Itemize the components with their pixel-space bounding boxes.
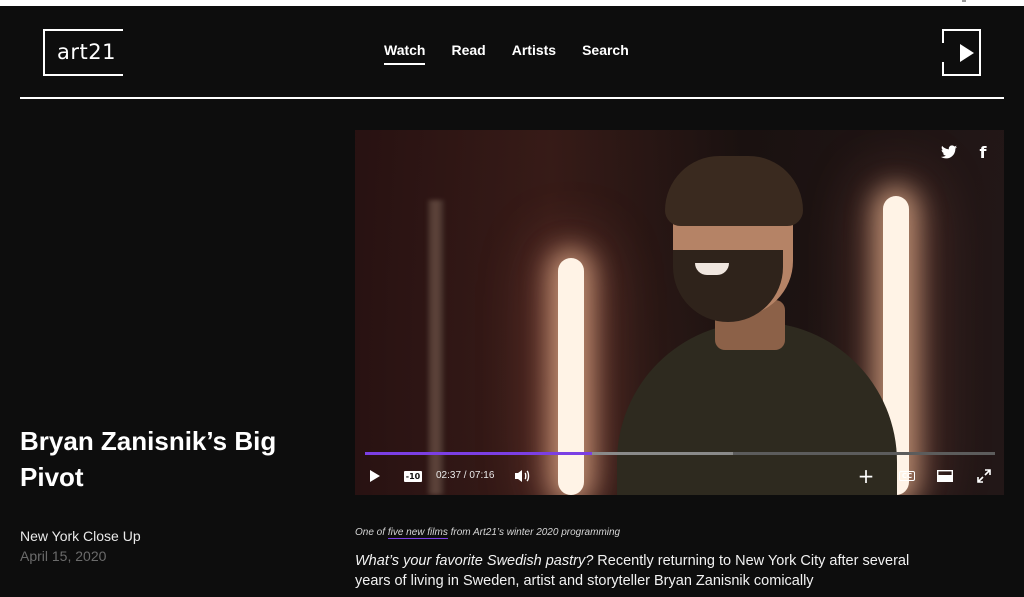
play-logo-bracket-bottom xyxy=(942,62,944,76)
caption-suffix: from Art21’s winter 2020 programming xyxy=(447,527,621,538)
publish-date: April 15, 2020 xyxy=(20,548,107,564)
header-divider xyxy=(20,97,1004,99)
nav-artists[interactable]: Artists xyxy=(512,42,556,65)
browser-top-strip xyxy=(0,0,1024,6)
video-caption: One of five new films from Art21’s winte… xyxy=(355,527,621,539)
video-time: 02:37 / 07:16 xyxy=(436,470,495,481)
facebook-icon[interactable]: f xyxy=(973,142,993,162)
play-triangle-icon xyxy=(960,44,974,62)
rewind-10-button[interactable]: -10 xyxy=(403,466,423,486)
main-nav: Watch Read Artists Search xyxy=(384,42,629,65)
play-button[interactable] xyxy=(367,466,383,486)
series-link[interactable]: New York Close Up xyxy=(20,528,141,544)
nav-read[interactable]: Read xyxy=(451,42,485,65)
video-player[interactable]: f -10 02:37 / 07:16 + CC xyxy=(355,130,1004,495)
play-icon xyxy=(370,470,380,482)
volume-button[interactable] xyxy=(513,466,533,486)
play-logo-bracket-top xyxy=(942,29,944,43)
plus-icon: + xyxy=(857,464,875,488)
nav-search[interactable]: Search xyxy=(582,42,629,65)
lead-question: What’s your favorite Swedish pastry? xyxy=(355,553,594,569)
page-title: Bryan Zanisnik’s Big Pivot xyxy=(20,426,277,492)
video-controls: -10 02:37 / 07:16 + CC xyxy=(355,462,1004,492)
pip-icon xyxy=(937,470,953,482)
caption-prefix: One of xyxy=(355,527,388,538)
video-scene-light-left xyxy=(558,258,584,495)
cc-icon: CC xyxy=(898,471,916,481)
logo-text: art21 xyxy=(57,40,116,64)
add-to-list-button[interactable]: + xyxy=(857,464,875,488)
caption-link[interactable]: five new films xyxy=(387,527,448,539)
fullscreen-button[interactable] xyxy=(975,466,993,486)
captions-button[interactable]: CC xyxy=(897,466,917,486)
nav-watch[interactable]: Watch xyxy=(384,42,426,65)
fullscreen-icon xyxy=(977,469,991,483)
picture-in-picture-button[interactable] xyxy=(936,466,954,486)
article-body: What’s your favorite Swedish pastry? Rec… xyxy=(355,551,915,591)
site-logo[interactable]: art21 xyxy=(43,29,123,76)
video-scene-pole xyxy=(428,200,444,495)
video-progress-bar[interactable] xyxy=(365,452,995,455)
play-logo-button[interactable] xyxy=(942,29,981,76)
volume-icon xyxy=(515,470,530,482)
rewind-10-icon: -10 xyxy=(403,470,423,482)
twitter-icon-svg xyxy=(941,145,957,159)
video-progress-fill xyxy=(365,452,592,455)
twitter-icon[interactable] xyxy=(939,142,959,162)
top-strip-mark xyxy=(962,0,966,2)
